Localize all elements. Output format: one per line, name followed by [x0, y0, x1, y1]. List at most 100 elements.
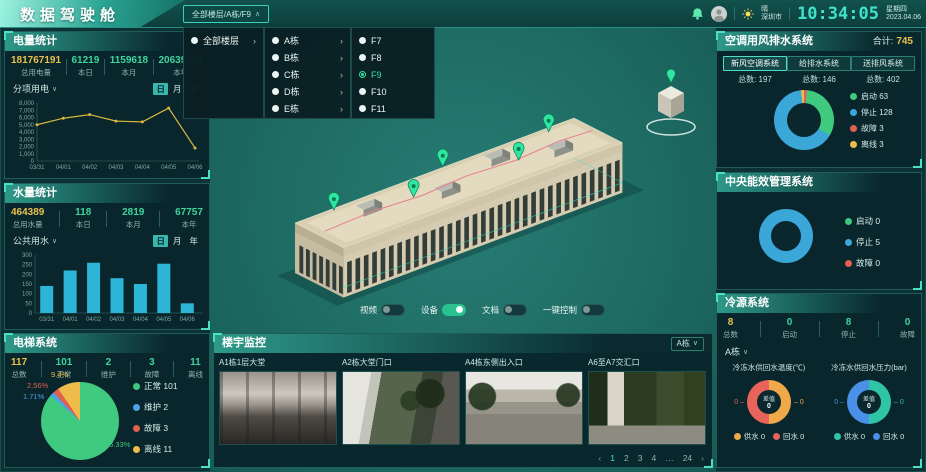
- toggle-switch[interactable]: [442, 304, 466, 316]
- menu-item-label: 全部楼层: [203, 34, 248, 47]
- panel-title: 楼宇监控: [222, 334, 266, 353]
- hvac-system-buttons: 新风空调系统总数: 197给排水系统总数: 146送排风系统总数: 402: [717, 51, 921, 85]
- system-button[interactable]: 新风空调系统: [723, 56, 787, 71]
- stat-label: 离线: [188, 369, 203, 380]
- water-bar-chart: 05010015020025030003/3104/0104/0204/0304…: [9, 249, 205, 335]
- page-4[interactable]: 4: [651, 453, 656, 463]
- tab-月[interactable]: 月: [170, 235, 185, 247]
- next-page-button[interactable]: ›: [701, 453, 704, 463]
- stat-label: 启动: [782, 329, 797, 340]
- pie-callout: 9.4%: [51, 370, 68, 379]
- page-24[interactable]: 24: [683, 453, 692, 463]
- menu-item-D栋[interactable]: D栋›: [265, 83, 350, 100]
- page-…[interactable]: …: [665, 453, 674, 463]
- toggle-switch[interactable]: [381, 304, 405, 316]
- gauge-body: 0 –差值0– 0: [721, 380, 817, 424]
- electricity-category-dropdown[interactable]: 分项用电 ∨: [13, 82, 57, 95]
- gauge-center: 差值0: [857, 390, 881, 414]
- menu-item-F7[interactable]: F7: [352, 32, 434, 49]
- legend-label: 启动 0: [856, 215, 880, 227]
- menu-item-C栋[interactable]: C栋›: [265, 66, 350, 83]
- legend-label: 停止 128: [861, 107, 893, 118]
- avatar[interactable]: [711, 6, 727, 22]
- camera-feed[interactable]: [465, 371, 583, 445]
- elevator-panel-header: 电梯系统: [5, 334, 209, 353]
- tab-日[interactable]: 日: [153, 83, 168, 95]
- stat-divider: [104, 59, 105, 75]
- camera-building-dropdown[interactable]: A栋 ∨: [671, 337, 704, 351]
- tab-日[interactable]: 日: [153, 235, 168, 247]
- camera-feed[interactable]: [588, 371, 706, 445]
- menu-item-E栋[interactable]: E栋›: [265, 100, 350, 117]
- svg-text:100: 100: [22, 292, 33, 298]
- water-category-dropdown[interactable]: 公共用水 ∨: [13, 234, 57, 247]
- floor-selector-dropdown[interactable]: 全部楼层/A栋/F9 ∧: [183, 5, 269, 23]
- legend-item: 故障 0: [845, 257, 880, 269]
- pie-callout: 1.71%: [23, 392, 44, 401]
- stat-label: 本日: [71, 67, 99, 78]
- menu-item-B栋[interactable]: B栋›: [265, 49, 350, 66]
- system-button[interactable]: 给排水系统: [787, 56, 851, 71]
- legend-dot: [850, 125, 857, 132]
- page-1[interactable]: 1: [610, 453, 615, 463]
- legend-label: 启动 63: [861, 91, 888, 102]
- legend-dot: [734, 433, 741, 440]
- prev-page-button[interactable]: ‹: [598, 453, 601, 463]
- radio-icon: [359, 105, 366, 112]
- electricity-stats-row: 181767191总用电量61219本日1159618本月20639953本年: [5, 51, 209, 80]
- toggle-switch[interactable]: [581, 304, 605, 316]
- stat-value: 117: [11, 357, 27, 368]
- menu-item-F11[interactable]: F11: [352, 100, 434, 117]
- electricity-line-chart: 01,0002,0003,0004,0005,0006,0007,0008,00…: [9, 97, 205, 183]
- elevator-legend: 正常 101维护 2故障 3离线 11: [133, 380, 178, 455]
- menu-item-全部楼层[interactable]: 全部楼层›: [184, 32, 263, 49]
- weather-condition: 晴: [761, 6, 782, 14]
- stat-value: 67757: [175, 207, 203, 218]
- camera-pagination: ‹ 1234 … 24 ›: [598, 453, 704, 463]
- camera-cell: A2栋大堂门口: [342, 355, 460, 445]
- menu-item-F8[interactable]: F8: [352, 49, 434, 66]
- chevron-down-icon: ∨: [693, 338, 698, 350]
- electricity-controls: 分项用电 ∨ 日月年: [5, 80, 209, 97]
- camera-feed[interactable]: [342, 371, 460, 445]
- svg-text:2,000: 2,000: [19, 145, 35, 151]
- date-info: 星期四 2023.04.06: [886, 6, 921, 22]
- camera-feed[interactable]: [219, 371, 337, 445]
- menu-item-F10[interactable]: F10: [352, 83, 434, 100]
- camera-cell: A1栋1层大堂: [219, 355, 337, 445]
- panel-title: 冷源系统: [725, 294, 769, 313]
- cooling-panel-header: 冷源系统: [717, 294, 921, 313]
- radio-icon: [272, 88, 279, 95]
- stat-label: 维护: [101, 369, 116, 380]
- gauge-center-label: 差值: [763, 394, 775, 403]
- legend-item: 供水 0: [834, 431, 865, 442]
- svg-text:04/01: 04/01: [63, 317, 79, 323]
- gauge-冷冻水供回水温度(℃): 冷冻水供回水温度(℃)0 –差值0– 0供水 0回水 0: [721, 358, 817, 442]
- toggle-label: 设备: [421, 304, 438, 316]
- system-button[interactable]: 送排风系统: [851, 56, 915, 71]
- sun-weather-icon: [742, 8, 754, 20]
- svg-text:200: 200: [22, 272, 33, 278]
- tab-年[interactable]: 年: [186, 235, 201, 247]
- gauge-legend: 供水 0回水 0: [821, 431, 917, 442]
- scene-layer-toggles: 视频设备文档一键控制: [360, 304, 605, 316]
- stat-divider: [59, 211, 60, 227]
- menu-item-F9[interactable]: F9: [352, 66, 434, 83]
- svg-text:04/05: 04/05: [156, 317, 172, 323]
- page-title: 数据驾驶舱: [20, 4, 120, 25]
- page-2[interactable]: 2: [624, 453, 629, 463]
- hvac-total-value: 745: [896, 32, 913, 51]
- stat-总用水量: 464389总用水量: [11, 207, 44, 230]
- menu-item-A栋[interactable]: A栋›: [265, 32, 350, 49]
- toggle-switch[interactable]: [503, 304, 527, 316]
- bell-icon[interactable]: [691, 7, 704, 21]
- cooling-building-dropdown[interactable]: A栋 ∨: [717, 342, 921, 358]
- gauge-donut: 差值0: [747, 380, 791, 424]
- page-3[interactable]: 3: [638, 453, 643, 463]
- system-total: 总数: 146: [787, 74, 851, 85]
- stat-value: 8: [723, 317, 738, 328]
- radio-icon: [191, 37, 198, 44]
- stat-本月: 1159618本月: [110, 55, 148, 78]
- svg-text:03/31: 03/31: [29, 165, 45, 171]
- electricity-panel-header: 电量统计: [5, 32, 209, 51]
